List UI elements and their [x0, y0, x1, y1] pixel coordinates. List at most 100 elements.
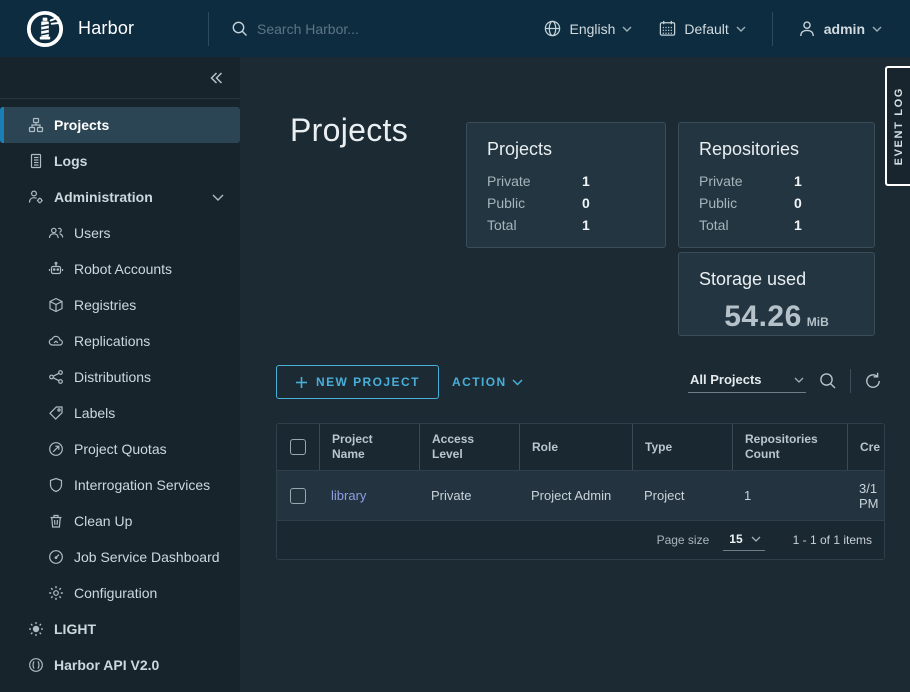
trash-icon: [48, 513, 64, 529]
table-search-icon[interactable]: [818, 371, 838, 391]
sidebar-item-label: Job Service Dashboard: [74, 549, 220, 565]
sidebar-item-label: Logs: [54, 153, 87, 169]
sidebar-item-registries[interactable]: Registries: [0, 287, 240, 323]
tag-icon: [48, 405, 64, 421]
project-filter-select[interactable]: All Projects: [688, 369, 806, 393]
search-input[interactable]: [257, 21, 487, 37]
globe-icon: [543, 19, 562, 38]
sidebar-item-harbor-api[interactable]: Harbor API V2.0: [0, 647, 240, 683]
row-checkbox[interactable]: [290, 488, 306, 504]
table-header-row: Project Name Access Level Role Type Repo…: [277, 424, 885, 471]
chevron-down-icon: [751, 536, 761, 542]
sidebar-item-theme-light[interactable]: LIGHT: [0, 611, 240, 647]
sidebar-item-label: Clean Up: [74, 513, 132, 529]
column-header-creation-time[interactable]: Cre: [847, 424, 885, 470]
cell-creation-time: 3/1 PM: [847, 471, 885, 520]
sidebar-item-administration[interactable]: Administration: [0, 179, 240, 215]
cube-icon: [48, 297, 64, 313]
top-header: Harbor English Defau: [0, 0, 910, 57]
page-size-label: Page size: [657, 533, 710, 547]
sidebar-item-users[interactable]: Users: [0, 215, 240, 251]
page-title: Projects: [290, 112, 408, 149]
language-menu[interactable]: English: [543, 19, 632, 38]
column-header-type[interactable]: Type: [632, 424, 732, 470]
sidebar-item-projects[interactable]: Projects: [0, 107, 240, 143]
new-project-label: NEW PROJECT: [316, 375, 420, 389]
stat-label: Public: [699, 195, 794, 211]
sidebar-item-label: Projects: [54, 117, 109, 133]
chevron-down-icon: [736, 26, 746, 32]
collapse-sidebar-icon[interactable]: [208, 70, 224, 86]
event-log-label: EVENT LOG: [893, 87, 905, 165]
sidebar-item-interrogation-services[interactable]: Interrogation Services: [0, 467, 240, 503]
theme-menu[interactable]: Default: [658, 19, 745, 38]
global-search: [231, 20, 487, 38]
chevron-down-icon[interactable]: [212, 194, 224, 201]
theme-label: Default: [684, 21, 728, 37]
user-label: admin: [824, 21, 865, 37]
gauge-icon: [48, 549, 64, 565]
event-log-tab[interactable]: EVENT LOG: [885, 66, 910, 186]
new-project-button[interactable]: NEW PROJECT: [276, 365, 439, 399]
column-header-repositories-count[interactable]: Repositories Count: [732, 424, 847, 470]
creation-time-line2: PM: [859, 496, 879, 511]
stat-row: Public 0: [487, 192, 645, 214]
storage-unit: MiB: [807, 315, 829, 329]
harbor-logo-icon: [26, 10, 64, 48]
stat-value: 1: [582, 173, 590, 189]
card-title: Repositories: [699, 139, 854, 160]
refresh-icon[interactable]: [863, 371, 883, 391]
stat-value: 0: [794, 195, 802, 211]
log-document-icon: [28, 153, 44, 169]
column-header-role[interactable]: Role: [519, 424, 632, 470]
column-header-project-name[interactable]: Project Name: [319, 424, 419, 470]
stat-value: 0: [582, 195, 590, 211]
action-label: ACTION: [452, 375, 507, 389]
sidebar-item-label: Robot Accounts: [74, 261, 172, 277]
card-title: Projects: [487, 139, 645, 160]
page-size-select[interactable]: 15: [723, 530, 764, 551]
user-menu[interactable]: admin: [797, 19, 882, 39]
sidebar-item-replications[interactable]: Replications: [0, 323, 240, 359]
header-divider: [772, 12, 773, 46]
sidebar-item-clean-up[interactable]: Clean Up: [0, 503, 240, 539]
users-group-icon: [48, 225, 64, 241]
shield-icon: [48, 477, 64, 493]
cell-role: Project Admin: [519, 471, 632, 520]
sidebar-nav: Projects Logs Administration: [0, 99, 240, 683]
sidebar-item-label: Project Quotas: [74, 441, 167, 457]
sidebar-item-labels[interactable]: Labels: [0, 395, 240, 431]
sidebar-item-logs[interactable]: Logs: [0, 143, 240, 179]
sidebar-item-label: LIGHT: [54, 621, 96, 637]
action-dropdown-button[interactable]: ACTION: [452, 365, 523, 399]
card-title: Storage used: [699, 269, 854, 290]
pagination-range: 1 - 1 of 1 items: [793, 533, 872, 547]
chevron-down-icon: [794, 377, 804, 383]
stat-label: Private: [487, 173, 582, 189]
search-icon: [231, 20, 249, 38]
project-link[interactable]: library: [331, 488, 366, 503]
stat-value: 1: [794, 217, 802, 233]
storage-number: 54.26: [724, 300, 802, 333]
cell-repositories-count: 1: [732, 471, 847, 520]
gear-icon: [48, 585, 64, 601]
brand-area[interactable]: Harbor: [0, 10, 208, 48]
select-all-checkbox[interactable]: [290, 439, 306, 455]
sidebar-item-label: Distributions: [74, 369, 151, 385]
org-chart-icon: [28, 117, 44, 133]
sidebar-item-job-service-dashboard[interactable]: Job Service Dashboard: [0, 539, 240, 575]
stat-label: Private: [699, 173, 794, 189]
sidebar-item-label: Interrogation Services: [74, 477, 210, 493]
sidebar-item-project-quotas[interactable]: Project Quotas: [0, 431, 240, 467]
sidebar-item-label: Users: [74, 225, 111, 241]
sidebar-item-distributions[interactable]: Distributions: [0, 359, 240, 395]
user-icon: [797, 19, 817, 39]
sun-icon: [28, 621, 44, 637]
column-header-access-level[interactable]: Access Level: [419, 424, 519, 470]
table-footer: Page size 15 1 - 1 of 1 items: [277, 521, 884, 559]
sidebar-item-robot-accounts[interactable]: Robot Accounts: [0, 251, 240, 287]
user-gear-icon: [28, 189, 44, 205]
robot-icon: [48, 261, 64, 277]
sidebar-item-configuration[interactable]: Configuration: [0, 575, 240, 611]
stat-row: Private 1: [699, 170, 854, 192]
